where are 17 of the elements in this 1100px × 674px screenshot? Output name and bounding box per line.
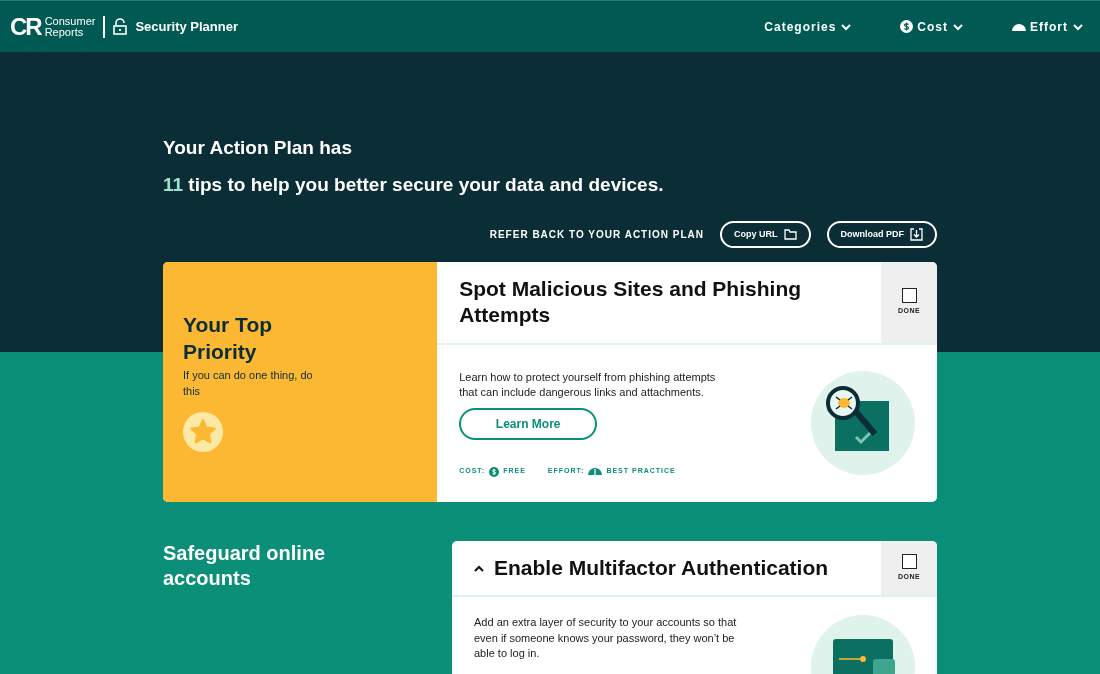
- tip-description: Add an extra layer of security to your accounts so that even if someone knows your password, they won’t be able to log in.: [474, 615, 738, 662]
- menu-button[interactable]: Cost: [900, 17, 964, 36]
- priority-subtitle: If you can do one thing, do this: [183, 367, 313, 400]
- section-title: Safeguard online accounts: [163, 541, 327, 591]
- refer-label: REFER BACK TO YOUR ACTION PLAN: [489, 228, 704, 242]
- priority-title: Your Top Priority: [183, 312, 274, 365]
- learn-more-button[interactable]: Learn More: [459, 408, 598, 441]
- heading: Your Action Plan has: [163, 136, 353, 160]
- heading: 11 tips to help you better secure your data and devices.: [163, 172, 665, 197]
- menu-button[interactable]: Effort: [1012, 17, 1084, 36]
- menu-button[interactable]: Categories: [764, 17, 853, 36]
- tip-title: Spot Malicious Sites and Phishing Attempts: [458, 276, 803, 329]
- tip-title: Enable Multifactor Authentication: [452, 541, 881, 596]
- product-name: Security Planner: [135, 17, 239, 36]
- action-button[interactable]: Copy URL: [720, 221, 811, 248]
- action-button[interactable]: Download PDF: [826, 221, 937, 248]
- tip-description: Learn how to protect yourself from phishing attempts that can include dangerous links and attachments.: [459, 369, 717, 400]
